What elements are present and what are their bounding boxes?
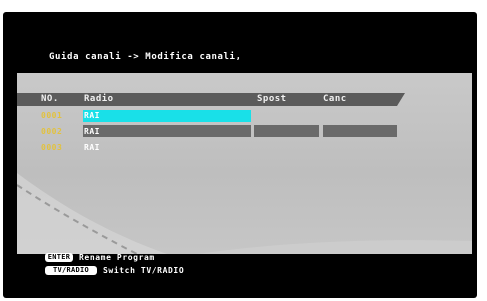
row-1-number: 0001 (41, 111, 63, 120)
row-3-number: 0003 (41, 143, 63, 152)
breadcrumb: Guida canali -> Modifica canali, (49, 52, 242, 62)
tv-radio-key-badge: TV/RADIO (45, 266, 97, 275)
row-3-name[interactable]: RAI (84, 143, 100, 152)
selected-row-highlight (83, 110, 251, 122)
column-header-radio: Radio (84, 94, 114, 104)
screen-background: Guida canali -> Modifica canali, NO. Rad… (0, 0, 487, 301)
column-header-canc: Canc (323, 94, 347, 104)
row-2-name-cell (83, 125, 251, 137)
tv-screen: Guida canali -> Modifica canali, NO. Rad… (3, 12, 477, 298)
row-2-spost-cell[interactable] (254, 125, 319, 137)
column-header-spost: Spost (257, 94, 287, 104)
tv-radio-help-text: Switch TV/RADIO (103, 266, 185, 275)
channel-list-panel: NO. Radio Spost Canc 0001 RAI 0002 RAI 0… (17, 73, 472, 254)
table-header-tip (397, 93, 405, 106)
row-2-number: 0002 (41, 127, 63, 136)
enter-key-badge: ENTER (45, 253, 73, 262)
row-1-name[interactable]: RAI (84, 111, 100, 120)
column-header-no: NO. (41, 94, 59, 104)
enter-help-text: Rename Program (79, 253, 155, 262)
row-2-canc-cell[interactable] (323, 125, 397, 137)
row-2-name[interactable]: RAI (84, 127, 100, 136)
